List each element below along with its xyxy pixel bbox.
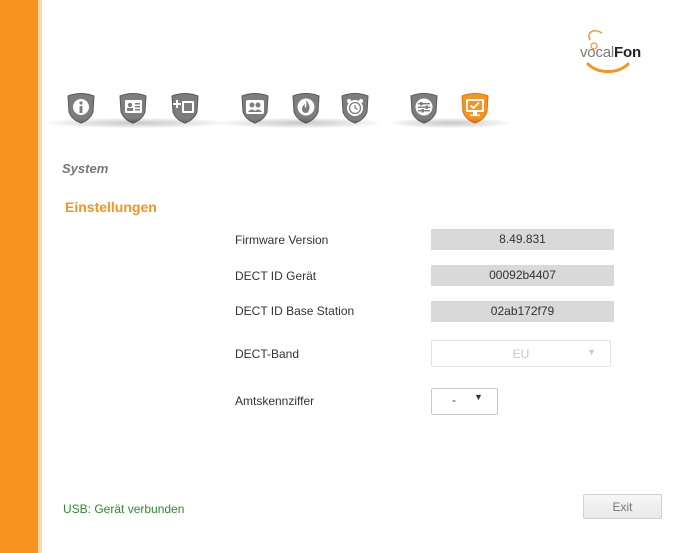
logo-wordmark: vocalFon xyxy=(580,44,641,61)
dect-id-device-label: DECT ID Gerät xyxy=(235,269,317,283)
page-title: System xyxy=(62,161,109,176)
dect-band-value: EU xyxy=(512,347,530,361)
dect-id-base-label: DECT ID Base Station xyxy=(235,304,355,318)
logo-text-vocal: vocal xyxy=(580,44,615,61)
firmware-version-label: Firmware Version xyxy=(235,233,329,247)
chevron-down-icon: ▼ xyxy=(474,392,483,402)
vocalfon-logo: vocalFon xyxy=(580,30,652,76)
section-heading: Einstellungen xyxy=(65,199,157,215)
firmware-version-value: 8.49.831 xyxy=(431,229,614,250)
amtskennziffer-select[interactable]: - ▼ xyxy=(431,388,498,415)
usb-status-text: USB: Gerät verbunden xyxy=(63,502,185,516)
dect-id-device-value: 00092b4407 xyxy=(431,265,614,286)
nav-shadow-group-2 xyxy=(220,118,380,128)
exit-button[interactable]: Exit xyxy=(583,494,662,519)
dect-band-select[interactable]: EU ▼ xyxy=(431,340,611,367)
amtskennziffer-label: Amtskennziffer xyxy=(235,394,315,408)
dect-band-label: DECT-Band xyxy=(235,347,300,361)
chevron-down-icon: ▼ xyxy=(587,347,596,357)
nav-shadow-group-1 xyxy=(46,118,226,128)
amtskennziffer-value: - xyxy=(452,393,456,407)
nav-shadow-group-3 xyxy=(390,118,510,128)
logo-text-fon: Fon xyxy=(614,44,641,61)
dect-id-base-value: 02ab172f79 xyxy=(431,301,614,322)
